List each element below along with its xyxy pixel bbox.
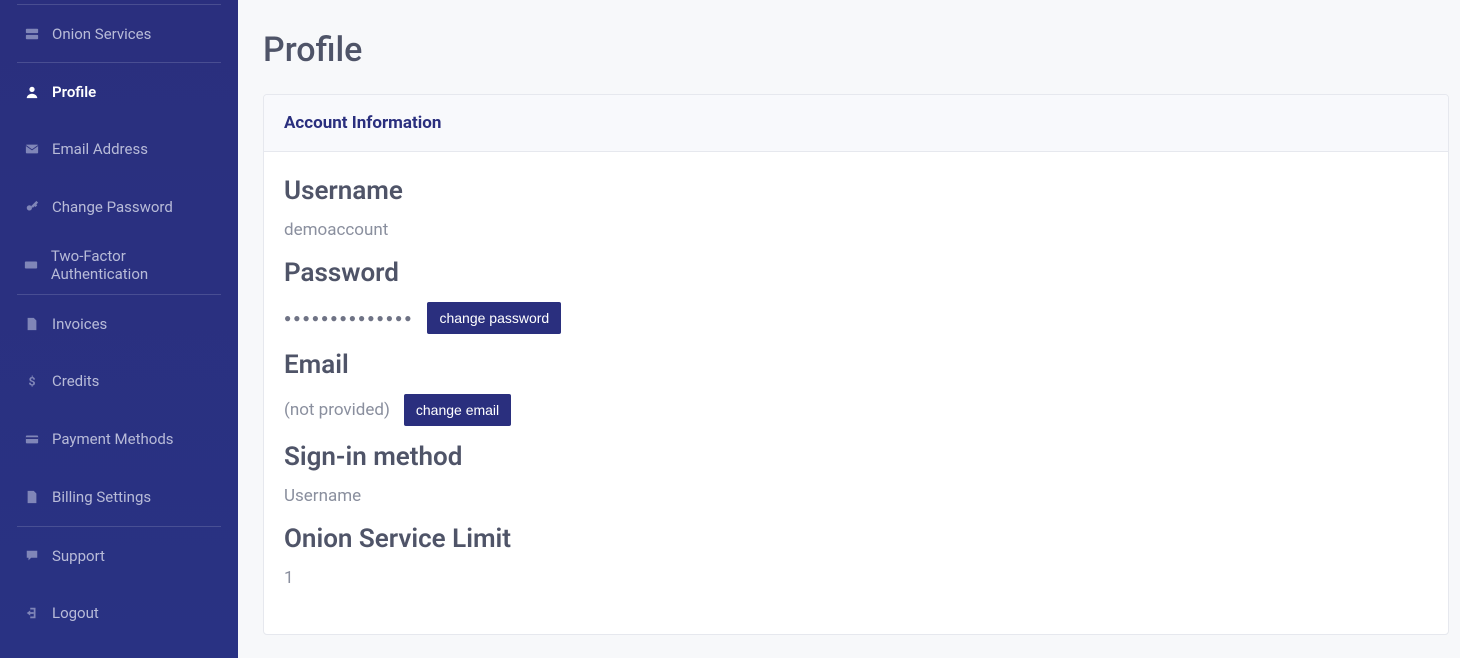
sidebar-item-onion-services[interactable]: Onion Services [17,4,221,62]
sidebar-item-label: Onion Services [52,25,151,43]
sidebar-item-label: Support [52,547,105,565]
keyboard-icon [24,257,39,273]
sidebar-item-two-factor[interactable]: Two-Factor Authentication [0,236,238,294]
sidebar-item-label: Profile [52,83,96,101]
file-icon [24,316,40,332]
user-icon [24,84,40,100]
sidebar-item-support[interactable]: Support [17,526,221,584]
email-label: Email [284,350,1428,380]
envelope-icon [24,141,40,157]
page-title: Profile [263,30,1450,70]
chat-icon [24,548,40,564]
sidebar-item-label: Change Password [52,198,173,216]
card-body: Username demoaccount Password ●●●●●●●●●●… [264,152,1448,634]
sidebar-item-label: Payment Methods [52,430,174,448]
onion-limit-value: 1 [284,568,1428,588]
onion-limit-label: Onion Service Limit [284,524,1428,554]
sidebar-item-label: Two-Factor Authentication [51,247,214,283]
change-password-button[interactable]: change password [427,302,561,334]
sidebar-item-label: Credits [52,372,99,390]
document-icon [24,489,40,505]
card-header: Account Information [264,95,1448,152]
svg-text:$: $ [29,374,36,388]
sidebar-item-label: Billing Settings [52,488,151,506]
sidebar-item-label: Email Address [52,140,148,158]
sidebar-item-label: Logout [52,604,99,622]
server-icon [24,26,40,42]
main-content: Profile Account Information Username dem… [238,0,1460,658]
sidebar-item-change-password[interactable]: Change Password [0,178,238,236]
card-header-title: Account Information [284,113,1428,133]
sidebar-item-credits[interactable]: $ Credits [0,352,238,410]
password-label: Password [284,258,1428,288]
logout-icon [24,605,40,621]
dollar-icon: $ [24,373,40,389]
sidebar-item-invoices[interactable]: Invoices [17,294,221,352]
password-masked: ●●●●●●●●●●●●●● [284,311,413,325]
sidebar-item-email-address[interactable]: Email Address [0,120,238,178]
email-value: (not provided) [284,400,390,420]
signin-method-label: Sign-in method [284,442,1428,472]
change-email-button[interactable]: change email [404,394,511,426]
sidebar-item-billing-settings[interactable]: Billing Settings [0,468,238,526]
account-info-card: Account Information Username demoaccount… [263,94,1449,635]
credit-card-icon [24,431,40,447]
sidebar-item-profile[interactable]: Profile [17,62,221,120]
username-label: Username [284,176,1428,206]
key-icon [24,199,40,215]
username-value: demoaccount [284,220,1428,240]
sidebar-item-logout[interactable]: Logout [0,584,238,642]
signin-method-value: Username [284,486,1428,506]
sidebar-item-label: Invoices [52,315,107,333]
sidebar-item-payment-methods[interactable]: Payment Methods [0,410,238,468]
sidebar: Onion Services Profile Email Address Cha… [0,0,238,658]
